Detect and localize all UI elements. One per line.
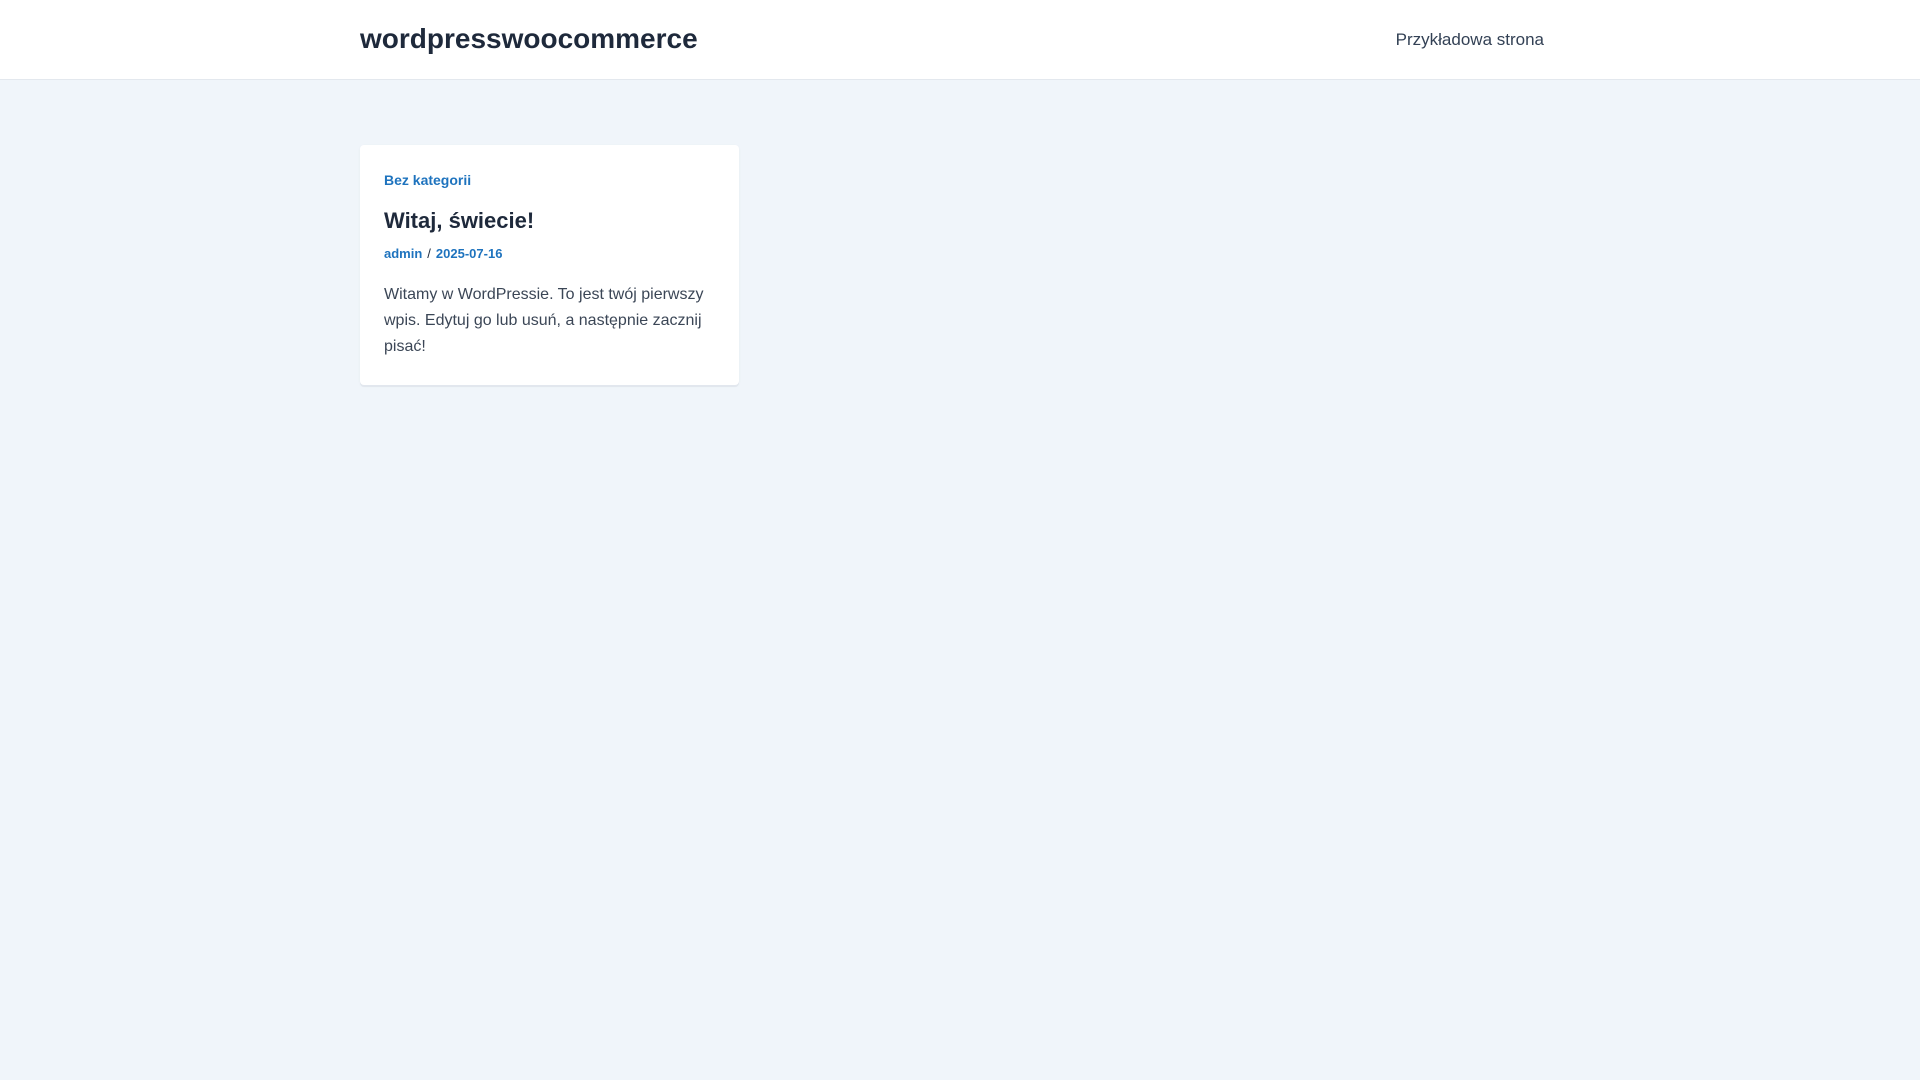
main-navigation: Przykładowa strona	[1396, 29, 1544, 51]
site-header: wordpresswoocommerce Przykładowa strona	[0, 0, 1920, 80]
site-title-link[interactable]: wordpresswoocommerce	[360, 22, 698, 56]
post-card: Bez kategorii Witaj, świecie! admin / 20…	[360, 145, 739, 385]
post-author-link[interactable]: admin	[384, 245, 422, 263]
post-date-link[interactable]: 2025-07-16	[436, 245, 503, 263]
nav-item-przykladowa-strona[interactable]: Przykładowa strona	[1396, 29, 1544, 51]
meta-separator: /	[427, 246, 431, 261]
post-category-link[interactable]: Bez kategorii	[384, 171, 471, 189]
post-excerpt: Witamy w WordPressie. To jest twój pierw…	[384, 286, 704, 355]
post-meta: admin / 2025-07-16	[384, 245, 502, 263]
post-title-link[interactable]: Witaj, świecie!	[384, 207, 534, 235]
